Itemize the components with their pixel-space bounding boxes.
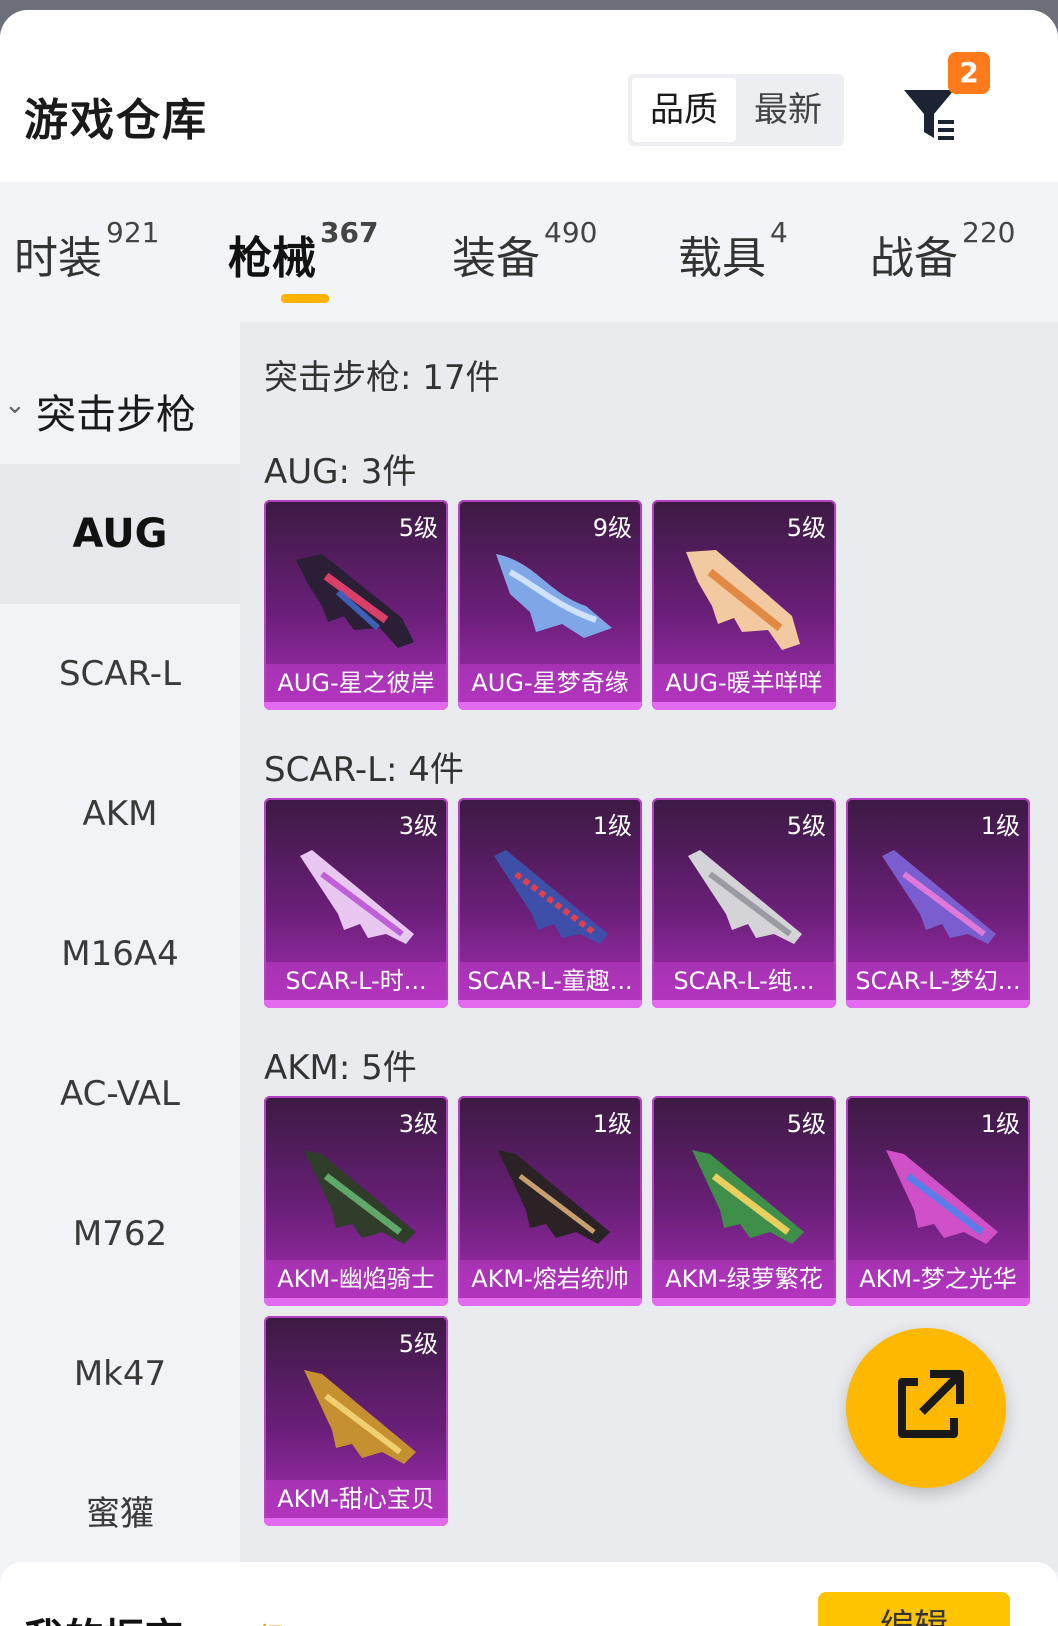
sidebar-item-m762[interactable]: M762 (0, 1164, 240, 1304)
weapon-name: AUG-星梦奇缘 (458, 664, 642, 702)
rarity-bar (264, 702, 448, 710)
weapon-name: SCAR-L-梦幻... (846, 962, 1030, 1000)
weapon-name: AUG-星之彼岸 (264, 664, 448, 702)
category-summary: 突击步枪: 17件 (264, 358, 500, 398)
tab-equipment[interactable]: 装备490 (452, 216, 597, 286)
rifle-icon (496, 554, 612, 638)
rarity-bar (264, 1000, 448, 1008)
rifle-icon (686, 550, 800, 650)
sort-toggle: 品质 最新 (628, 74, 844, 146)
weapon-card[interactable]: 1级 SCAR-L-童趣... (458, 798, 642, 1008)
weapon-card[interactable]: 5级 AKM-甜心宝贝 (264, 1316, 448, 1526)
tab-label: 战备 (870, 233, 958, 284)
tab-supplies[interactable]: 战备220 (870, 216, 1015, 286)
rarity-bar (652, 1298, 836, 1306)
tab-vehicles[interactable]: 载具4 (678, 216, 788, 286)
tab-fashion[interactable]: 时装921 (14, 216, 159, 286)
weapon-card[interactable]: 5级 AUG-星之彼岸 (264, 500, 448, 710)
rifle-icon (300, 850, 414, 944)
category-tabs: 时装921 枪械367 装备490 载具4 战备220 (0, 182, 1058, 322)
rarity-bar (652, 1000, 836, 1008)
sidebar-item-m16a4[interactable]: M16A4 (0, 884, 240, 1024)
rarity-bar (846, 1000, 1030, 1008)
weapon-card[interactable]: 1级 AKM-熔岩统帅 (458, 1096, 642, 1306)
page-title: 游戏仓库 (24, 95, 208, 146)
weapon-name: SCAR-L-纯... (652, 962, 836, 1000)
weapon-name: AKM-甜心宝贝 (264, 1480, 448, 1518)
rifle-icon (304, 1150, 416, 1244)
weapon-card[interactable]: 3级 SCAR-L-时... (264, 798, 448, 1008)
filter-count-badge: 2 (948, 52, 990, 94)
weapon-card[interactable]: 1级 AKM-梦之光华 (846, 1096, 1030, 1306)
rarity-bar (846, 1298, 1030, 1306)
section-title-aug: AUG: 3件 (264, 452, 417, 492)
rifle-icon (498, 1150, 610, 1244)
tab-firearms[interactable]: 枪械367 (228, 216, 378, 286)
tab-count: 490 (544, 216, 598, 249)
section-title-akm: AKM: 5件 (264, 1048, 417, 1088)
active-tab-indicator (281, 294, 329, 303)
rarity-bar (458, 702, 642, 710)
weapon-name: AUG-暖羊咩咩 (652, 664, 836, 702)
inventory-sheet: 游戏仓库 品质 最新 2 时装921 枪械367 装备490 载具4 战备220… (0, 10, 1058, 1626)
rarity-bar (264, 1518, 448, 1526)
rarity-bar (264, 1298, 448, 1306)
rarity-bar (458, 1000, 642, 1008)
bottom-title: 我的振宝 (24, 1606, 184, 1626)
sidebar-group-label: 突击步枪 (36, 392, 196, 438)
share-button[interactable] (846, 1328, 1006, 1488)
weapon-card[interactable]: 5级 AUG-暖羊咩咩 (652, 500, 836, 710)
rifle-icon (882, 850, 996, 944)
weapon-card[interactable]: 9级 AUG-星梦奇缘 (458, 500, 642, 710)
sidebar-item-scar-l[interactable]: SCAR-L (0, 604, 240, 744)
weapon-name: AKM-幽焰骑士 (264, 1260, 448, 1298)
rarity-bar (652, 702, 836, 710)
tab-count: 4 (770, 216, 788, 249)
sidebar-item-aug[interactable]: AUG (0, 464, 240, 604)
sidebar-item-mk47[interactable]: Mk47 (0, 1304, 240, 1444)
rifle-icon (304, 1370, 416, 1464)
bottom-panel: 我的振宝 5级 编辑 (0, 1562, 1058, 1626)
bottom-subtitle: 5级 (238, 1614, 287, 1626)
weapon-card[interactable]: 3级 AKM-幽焰骑士 (264, 1096, 448, 1306)
sidebar-group-assault-rifles[interactable]: ⌄ 突击步枪 (0, 344, 240, 464)
weapon-name: AKM-梦之光华 (846, 1260, 1030, 1298)
tab-count: 921 (106, 216, 160, 249)
weapon-name: SCAR-L-童趣... (458, 962, 642, 1000)
external-link-icon (898, 1370, 964, 1438)
rarity-bar (458, 1298, 642, 1306)
rifle-icon (692, 1150, 804, 1244)
rifle-icon (886, 1150, 998, 1244)
weapon-name: AKM-绿萝繁花 (652, 1260, 836, 1298)
weapon-name: AKM-熔岩统帅 (458, 1260, 642, 1298)
weapon-name: SCAR-L-时... (264, 962, 448, 1000)
rifle-icon (296, 554, 414, 648)
tab-label: 时装 (14, 233, 102, 284)
edit-button[interactable]: 编辑 (818, 1592, 1010, 1626)
tab-count: 367 (320, 216, 379, 249)
sidebar-item-akm[interactable]: AKM (0, 744, 240, 884)
weapon-card[interactable]: 1级 SCAR-L-梦幻... (846, 798, 1030, 1008)
tab-label: 载具 (678, 233, 766, 284)
sort-quality-button[interactable]: 品质 (632, 78, 736, 142)
header: 游戏仓库 品质 最新 2 (0, 10, 1058, 182)
sidebar-item-ac-val[interactable]: AC-VAL (0, 1024, 240, 1164)
tab-label: 枪械 (228, 233, 316, 284)
tab-count: 220 (962, 216, 1016, 249)
weapon-card[interactable]: 5级 AKM-绿萝繁花 (652, 1096, 836, 1306)
rifle-icon (494, 850, 608, 944)
weapon-sidebar: ⌄ 突击步枪 AUG SCAR-L AKM M16A4 AC-VAL M762 … (0, 322, 240, 1572)
rifle-icon (688, 850, 802, 944)
sort-newest-button[interactable]: 最新 (736, 78, 840, 142)
tab-label: 装备 (452, 233, 540, 284)
section-title-scar-l: SCAR-L: 4件 (264, 750, 464, 790)
weapon-card[interactable]: 5级 SCAR-L-纯... (652, 798, 836, 1008)
chevron-down-icon: ⌄ (4, 390, 26, 420)
